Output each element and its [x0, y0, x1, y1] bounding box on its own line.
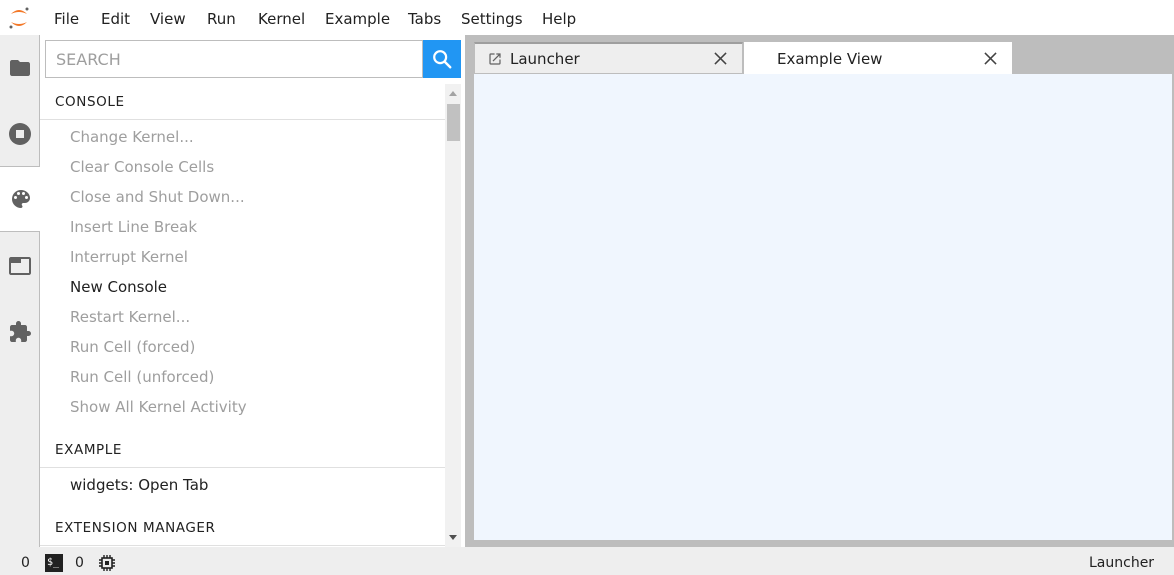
- close-icon[interactable]: [710, 49, 730, 69]
- jupyter-logo: [8, 6, 30, 30]
- command-list-scrollbar[interactable]: [445, 84, 461, 547]
- scroll-down-arrow[interactable]: [445, 529, 461, 547]
- category-header-example: EXAMPLE: [40, 432, 445, 468]
- menu-help[interactable]: Help: [542, 10, 576, 28]
- status-bar: 0 $_ 0 Launcher: [0, 547, 1174, 575]
- menu-run[interactable]: Run: [207, 10, 236, 28]
- command-close-and-shut-down[interactable]: Close and Shut Down...: [70, 188, 245, 206]
- file-browser-tab[interactable]: [0, 35, 40, 101]
- menu-example[interactable]: Example: [325, 10, 390, 28]
- scroll-thumb[interactable]: [447, 104, 460, 141]
- close-icon[interactable]: [980, 49, 1000, 69]
- search-box: [45, 40, 461, 78]
- menu-settings[interactable]: Settings: [461, 10, 523, 28]
- running-icon: [9, 123, 31, 145]
- open-tabs-tab[interactable]: [0, 233, 40, 299]
- menu-view[interactable]: View: [150, 10, 186, 28]
- search-input[interactable]: [45, 40, 423, 78]
- menu-file[interactable]: File: [54, 10, 79, 28]
- tab-example-view-label: Example View: [777, 49, 883, 68]
- left-sidebar-tabs: [0, 35, 41, 547]
- terminal-icon[interactable]: $_: [45, 554, 63, 572]
- command-run-cell-unforced[interactable]: Run Cell (unforced): [70, 368, 214, 386]
- folder-icon: [10, 60, 30, 76]
- launch-icon: [488, 51, 504, 67]
- command-run-cell-forced[interactable]: Run Cell (forced): [70, 338, 195, 356]
- current-activity: Launcher: [1089, 555, 1155, 571]
- search-icon: [433, 50, 452, 69]
- command-change-kernel[interactable]: Change Kernel...: [70, 128, 194, 146]
- menu-tabs[interactable]: Tabs: [408, 10, 441, 28]
- chevron-up-icon: [449, 91, 457, 96]
- tab-launcher[interactable]: Launcher: [474, 42, 743, 74]
- command-clear-console-cells[interactable]: Clear Console Cells: [70, 158, 214, 176]
- main-dock-area: Launcher Example View: [466, 35, 1174, 547]
- extension-manager-tab[interactable]: [0, 299, 40, 365]
- terminals-count[interactable]: 0: [21, 555, 30, 571]
- command-restart-kernel[interactable]: Restart Kernel...: [70, 308, 190, 326]
- search-button[interactable]: [423, 40, 461, 78]
- command-palette-tab[interactable]: [0, 166, 41, 232]
- kernel-icon[interactable]: [98, 554, 116, 572]
- command-show-all-kernel-activity[interactable]: Show All Kernel Activity: [70, 398, 247, 416]
- kernels-count[interactable]: 0: [75, 555, 84, 571]
- category-header-extension-manager: EXTENSION MANAGER: [40, 510, 445, 546]
- command-widgets-open-tab[interactable]: widgets: Open Tab: [70, 476, 208, 494]
- command-new-console[interactable]: New Console: [70, 278, 167, 296]
- palette-icon: [11, 190, 30, 208]
- command-palette: CONSOLE Change Kernel... Clear Console C…: [40, 35, 466, 547]
- extension-icon: [10, 321, 31, 342]
- tab-example-view[interactable]: Example View: [744, 42, 1012, 74]
- menu-kernel[interactable]: Kernel: [258, 10, 305, 28]
- chevron-down-icon: [449, 535, 457, 540]
- example-view-content: [474, 74, 1172, 540]
- menu-bar: File Edit View Run Kernel Example Tabs S…: [0, 0, 1174, 35]
- command-interrupt-kernel[interactable]: Interrupt Kernel: [70, 248, 188, 266]
- scroll-up-arrow[interactable]: [445, 84, 461, 102]
- running-sessions-tab[interactable]: [0, 101, 40, 167]
- command-insert-line-break[interactable]: Insert Line Break: [70, 218, 197, 236]
- tabs-icon: [9, 257, 31, 275]
- category-header-console: CONSOLE: [40, 84, 445, 120]
- menu-edit[interactable]: Edit: [101, 10, 130, 28]
- command-list: CONSOLE Change Kernel... Clear Console C…: [40, 84, 445, 547]
- tab-launcher-label: Launcher: [510, 49, 580, 68]
